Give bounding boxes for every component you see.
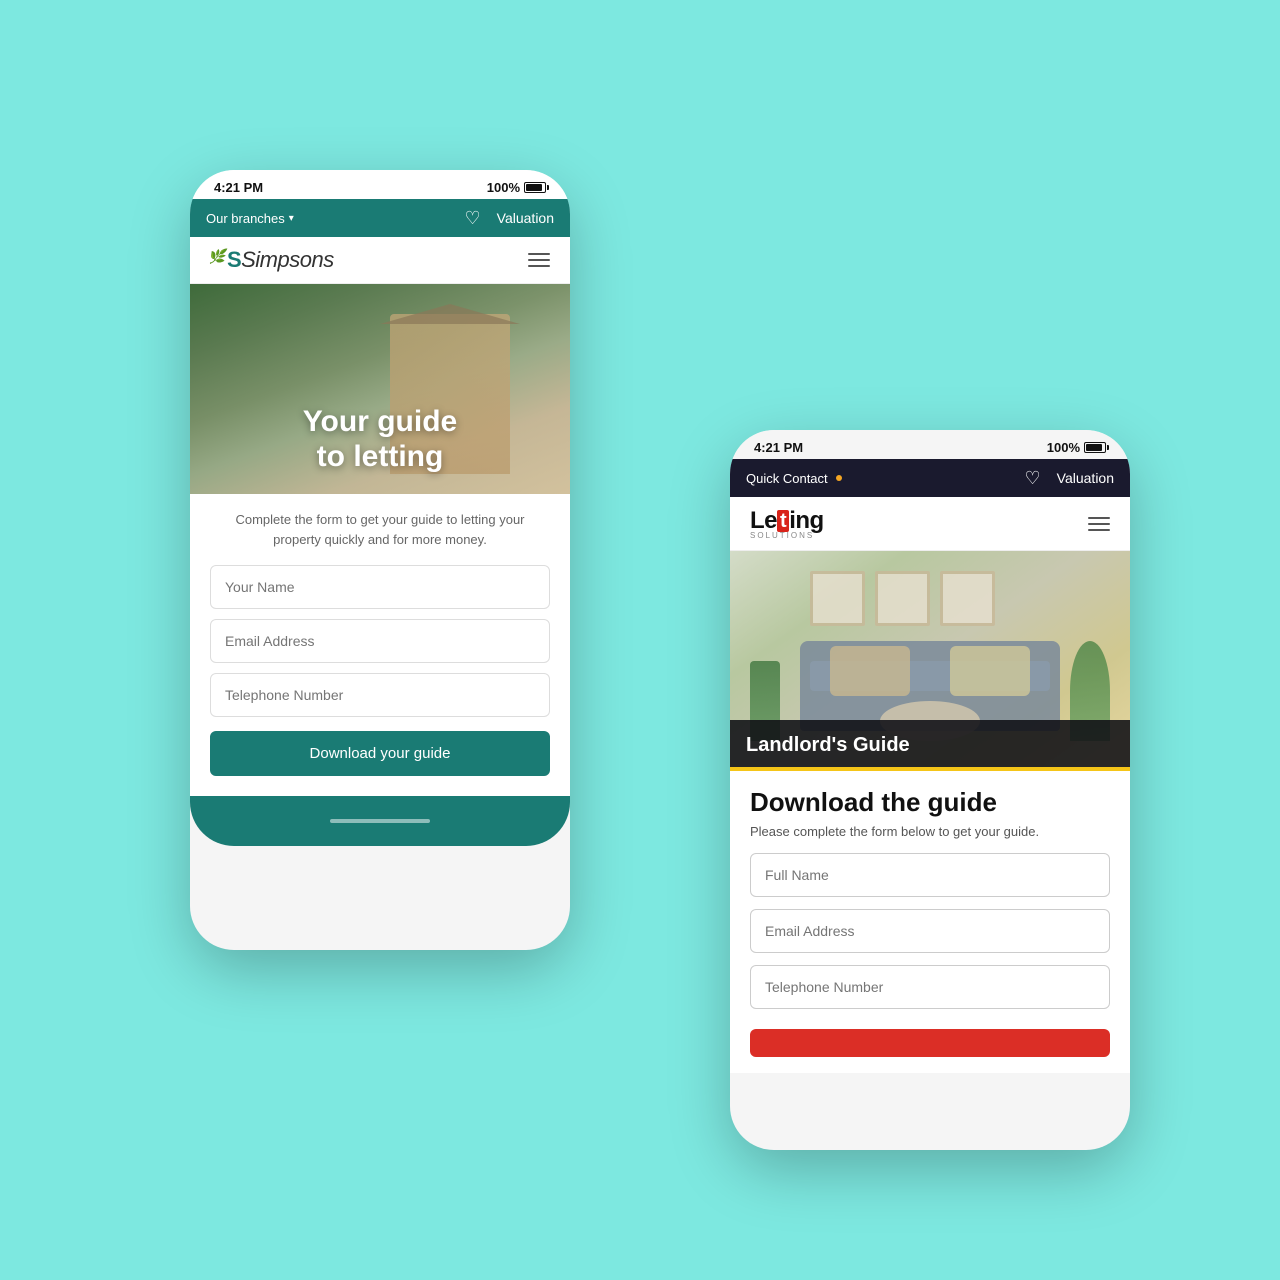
scene: 4:21 PM 100% Our branches ▾ ♡ Valuation … bbox=[90, 90, 1190, 1190]
guide-title: Landlord's Guide bbox=[746, 734, 910, 757]
landlord-guide-overlay: Landlord's Guide bbox=[730, 720, 1130, 771]
form-section-2: Download the guide Please complete the f… bbox=[730, 771, 1130, 1073]
form-description-1: Complete the form to get your guide to l… bbox=[210, 510, 550, 549]
time-1: 4:21 PM bbox=[214, 180, 263, 195]
battery-area-1: 100% bbox=[487, 180, 546, 195]
email-input-2[interactable] bbox=[750, 909, 1110, 953]
form-section-1: Complete the form to get your guide to l… bbox=[190, 494, 570, 796]
branches-link[interactable]: Our branches ▾ bbox=[206, 211, 294, 226]
app-header-2: Leting SOLUTIONS bbox=[730, 497, 1130, 551]
t-house-icon: t bbox=[777, 510, 789, 532]
email-input-1[interactable] bbox=[210, 619, 550, 663]
time-2: 4:21 PM bbox=[754, 440, 803, 455]
hero-title-1: Your guide to letting bbox=[303, 405, 457, 474]
status-bar-1: 4:21 PM 100% bbox=[190, 170, 570, 199]
name-input-1[interactable] bbox=[210, 565, 550, 609]
yellow-accent-bar bbox=[730, 767, 1130, 771]
phone-input-1[interactable] bbox=[210, 673, 550, 717]
hamburger-menu-2[interactable] bbox=[1088, 517, 1110, 531]
name-input-2[interactable] bbox=[750, 853, 1110, 897]
submit-button-2[interactable] bbox=[750, 1029, 1110, 1057]
app-header-1: 🌿SSimpsons bbox=[190, 237, 570, 284]
valuation-link-1[interactable]: Valuation bbox=[497, 210, 554, 226]
letting-logo: Leting SOLUTIONS bbox=[750, 507, 824, 540]
status-bar-2: 4:21 PM 100% bbox=[730, 430, 1130, 459]
battery-icon-2 bbox=[1084, 442, 1106, 453]
bottom-bar-1 bbox=[190, 796, 570, 846]
battery-pct-2: 100% bbox=[1047, 440, 1080, 455]
battery-pct-1: 100% bbox=[487, 180, 520, 195]
hero-image-1: Your guide to letting bbox=[190, 284, 570, 494]
heart-icon-2[interactable]: ♡ bbox=[1025, 468, 1041, 489]
simpsons-logo: 🌿SSimpsons bbox=[210, 247, 334, 273]
branches-arrow-icon: ▾ bbox=[289, 213, 294, 224]
heart-icon-1[interactable]: ♡ bbox=[465, 208, 481, 229]
leaf-icon: 🌿 bbox=[208, 248, 225, 264]
hamburger-menu-1[interactable] bbox=[528, 253, 550, 267]
hero-image-2: Landlord's Guide bbox=[730, 551, 1130, 771]
nav-bar-1: Our branches ▾ ♡ Valuation bbox=[190, 199, 570, 237]
valuation-link-2[interactable]: Valuation bbox=[1057, 470, 1114, 486]
home-indicator-1 bbox=[330, 819, 430, 823]
section-title-2: Download the guide bbox=[750, 787, 1110, 818]
battery-icon-1 bbox=[524, 182, 546, 193]
form-description-2: Please complete the form below to get yo… bbox=[750, 824, 1110, 839]
phone-simpsons: 4:21 PM 100% Our branches ▾ ♡ Valuation … bbox=[190, 170, 570, 950]
contact-dot-icon bbox=[836, 475, 842, 481]
contact-link[interactable]: Quick Contact bbox=[746, 471, 842, 486]
download-guide-button-1[interactable]: Download your guide bbox=[210, 731, 550, 776]
phone-letting: 4:21 PM 100% Quick Contact ♡ Valuation L… bbox=[730, 430, 1130, 1150]
battery-area-2: 100% bbox=[1047, 440, 1106, 455]
phone-input-2[interactable] bbox=[750, 965, 1110, 1009]
nav-bar-2: Quick Contact ♡ Valuation bbox=[730, 459, 1130, 497]
